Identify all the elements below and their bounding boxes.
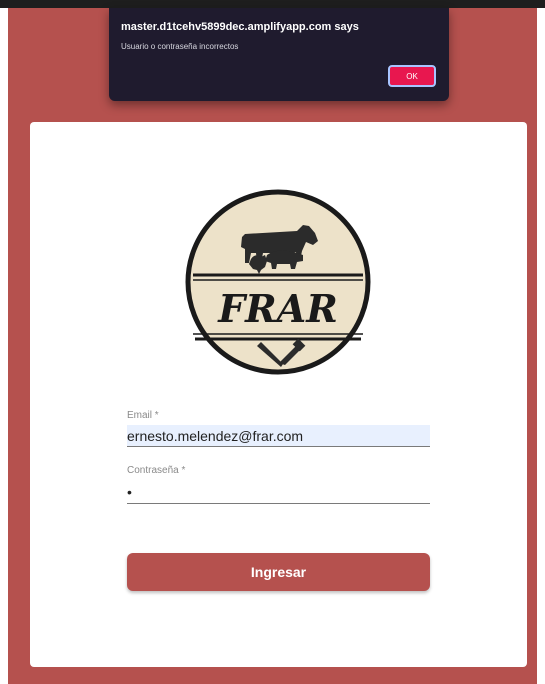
- email-label: Email *: [127, 410, 159, 421]
- dialog-message: Usuario o contraseña incorrectos: [121, 42, 239, 51]
- ingresar-button[interactable]: Ingresar: [127, 553, 430, 591]
- password-field-group: Contraseña * •: [127, 464, 430, 504]
- alert-dialog: master.d1tcehv5899dec.amplifyapp.com say…: [109, 8, 449, 101]
- dialog-title: master.d1tcehv5899dec.amplifyapp.com say…: [121, 21, 359, 33]
- email-input[interactable]: [127, 425, 430, 447]
- dialog-ok-button[interactable]: OK: [388, 65, 436, 87]
- email-field-group: Email *: [127, 409, 430, 447]
- browser-top-strip: [0, 0, 545, 8]
- frar-logo: FRAR: [185, 189, 371, 375]
- password-label: Contraseña *: [127, 465, 186, 476]
- logo-text: FRAR: [217, 286, 338, 331]
- password-input[interactable]: •: [127, 480, 430, 504]
